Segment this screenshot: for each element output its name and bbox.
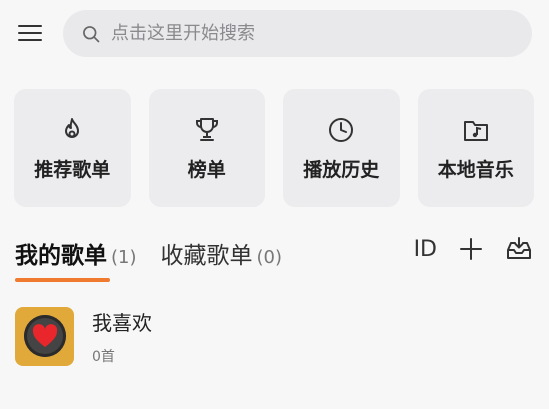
tab-label: 收藏歌单 bbox=[160, 243, 253, 269]
tile-label: 播放历史 bbox=[303, 158, 380, 181]
search-bar[interactable] bbox=[63, 10, 532, 57]
playlist-info: 我喜欢 0首 bbox=[92, 307, 152, 366]
heart-icon bbox=[32, 324, 57, 347]
playlist-title: 我喜欢 bbox=[92, 310, 152, 335]
tile-recommended-playlists[interactable]: 推荐歌单 bbox=[14, 89, 131, 207]
menu-button[interactable] bbox=[14, 20, 46, 46]
playlist-song-count: 0首 bbox=[92, 348, 115, 365]
flame-icon bbox=[65, 117, 80, 138]
tile-label: 本地音乐 bbox=[437, 158, 514, 181]
quick-tiles: 推荐歌单 榜单 播放历史 本地音乐 bbox=[14, 89, 534, 207]
trophy-icon bbox=[195, 117, 218, 141]
tab-saved-playlists[interactable]: 收藏歌单 (0) bbox=[161, 236, 283, 270]
tile-label: 榜单 bbox=[187, 158, 226, 181]
import-inbox-icon[interactable] bbox=[505, 235, 533, 263]
tile-label: 推荐歌单 bbox=[34, 158, 111, 181]
search-input[interactable] bbox=[111, 23, 511, 44]
tab-my-playlists[interactable]: 我的歌单 (1) bbox=[15, 236, 137, 282]
playlist-actions: ID bbox=[414, 232, 533, 266]
search-icon bbox=[83, 25, 100, 42]
tab-count: (0) bbox=[256, 247, 283, 268]
tab-label: 我的歌单 bbox=[15, 243, 107, 269]
active-tab-indicator bbox=[15, 278, 110, 282]
import-by-id-button[interactable]: ID bbox=[414, 237, 437, 262]
vinyl-disc-icon bbox=[23, 315, 66, 357]
tab-count: (1) bbox=[111, 247, 137, 268]
playlist-cover bbox=[15, 306, 74, 366]
tile-charts[interactable]: 榜单 bbox=[148, 89, 265, 207]
tile-play-history[interactable]: 播放历史 bbox=[283, 89, 400, 207]
music-app-home: 推荐歌单 榜单 播放历史 本地音乐 bbox=[0, 0, 549, 409]
music-folder-icon bbox=[463, 120, 488, 141]
add-icon[interactable] bbox=[457, 235, 485, 263]
playlist-tabs: 我的歌单 (1) 收藏歌单 (0) bbox=[15, 236, 282, 284]
playlist-item[interactable]: 我喜欢 0首 bbox=[15, 306, 535, 366]
clock-icon bbox=[329, 117, 354, 142]
tile-local-music[interactable]: 本地音乐 bbox=[417, 89, 534, 207]
menu-icon bbox=[18, 25, 42, 27]
